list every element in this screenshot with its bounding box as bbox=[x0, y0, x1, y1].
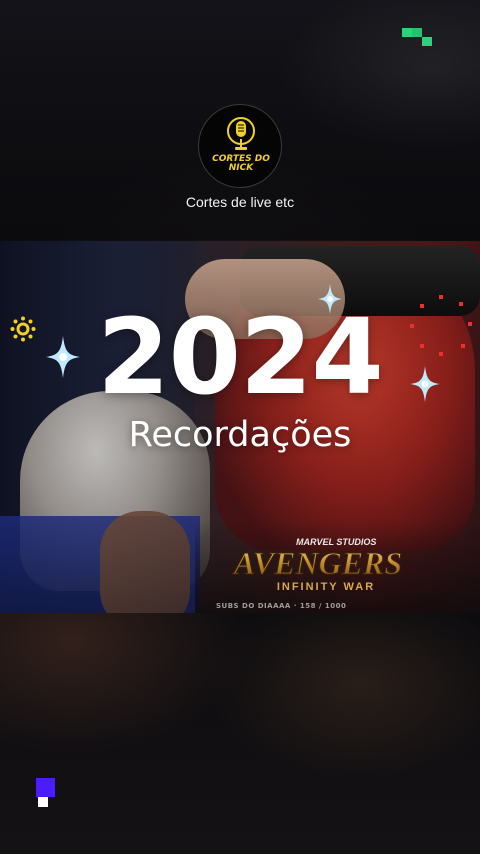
sun-icon bbox=[10, 316, 36, 342]
video-credit-text: SUBS DO DIAAAA · 158 / 1000 bbox=[216, 602, 347, 610]
avengers-logo: AVENGERS INFINITY WAR bbox=[231, 545, 402, 594]
scene-arm bbox=[100, 511, 190, 613]
microphone-icon bbox=[227, 117, 255, 150]
channel-name[interactable]: Cortes de live etc bbox=[0, 194, 480, 210]
channel-avatar[interactable]: CORTES DO NICK bbox=[198, 104, 282, 188]
dotted-ring-icon bbox=[410, 295, 472, 356]
pixel-blocks-icon bbox=[402, 28, 432, 46]
story-canvas[interactable]: CORTES DO NICK Cortes de live etc MARVEL… bbox=[0, 0, 480, 854]
pixel-squares-icon bbox=[36, 778, 55, 807]
avatar-brand-line2: NICK bbox=[228, 163, 254, 173]
avengers-logo-subtext: INFINITY WAR bbox=[277, 581, 375, 593]
avengers-logo-text: AVENGERS bbox=[232, 545, 402, 581]
recordacoes-subtitle: Recordações bbox=[128, 415, 352, 455]
sparkle-icon bbox=[317, 284, 343, 314]
sparkle-icon bbox=[46, 336, 80, 378]
sparkle-icon bbox=[410, 366, 440, 402]
